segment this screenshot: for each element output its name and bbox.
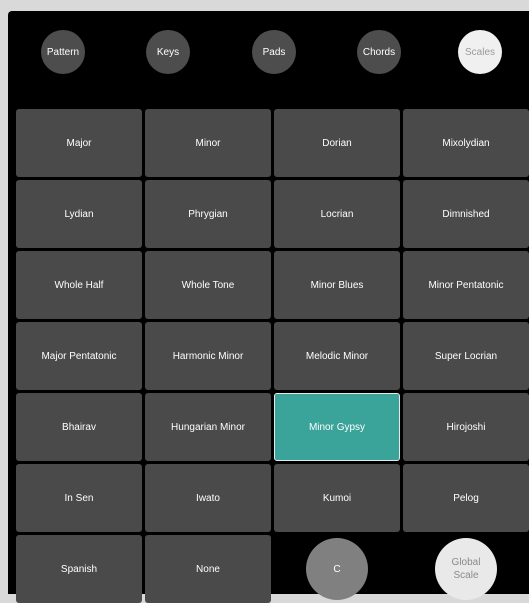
global-scale-button[interactable]: Global Scale <box>435 538 497 600</box>
scale-button-major[interactable]: Major <box>16 109 142 177</box>
tab-chords[interactable]: Chords <box>357 30 401 74</box>
global-scale-label-line1: Global <box>451 557 481 568</box>
scale-button-bhairav[interactable]: Bhairav <box>16 393 142 461</box>
scale-button-lydian[interactable]: Lydian <box>16 180 142 248</box>
scales-panel: Pattern Keys Pads Chords Scales Major Mi… <box>8 11 529 603</box>
scale-button-harmonic-minor[interactable]: Harmonic Minor <box>145 322 271 390</box>
mode-tab-bar: Pattern Keys Pads Chords Scales <box>8 11 529 96</box>
scale-button-spanish[interactable]: Spanish <box>16 535 142 603</box>
scale-button-dorian[interactable]: Dorian <box>274 109 400 177</box>
scale-button-whole-tone[interactable]: Whole Tone <box>145 251 271 319</box>
scale-button-in-sen[interactable]: In Sen <box>16 464 142 532</box>
scale-button-super-locrian[interactable]: Super Locrian <box>403 322 529 390</box>
scale-button-iwato[interactable]: Iwato <box>145 464 271 532</box>
scale-button-major-pentatonic[interactable]: Major Pentatonic <box>16 322 142 390</box>
scale-button-kumoi[interactable]: Kumoi <box>274 464 400 532</box>
scale-button-locrian[interactable]: Locrian <box>274 180 400 248</box>
global-scale-label-line2: Scale <box>453 570 479 581</box>
scale-button-pelog[interactable]: Pelog <box>403 464 529 532</box>
scale-button-diminished[interactable]: Dimnished <box>403 180 529 248</box>
scale-button-hungarian-minor[interactable]: Hungarian Minor <box>145 393 271 461</box>
root-key-button[interactable]: C <box>306 538 368 600</box>
scale-button-minor-gypsy[interactable]: Minor Gypsy <box>274 393 400 461</box>
scale-button-whole-half[interactable]: Whole Half <box>16 251 142 319</box>
tab-scales[interactable]: Scales <box>458 30 502 74</box>
scale-button-minor-blues[interactable]: Minor Blues <box>274 251 400 319</box>
scale-button-mixolydian[interactable]: Mixolydian <box>403 109 529 177</box>
scale-button-minor[interactable]: Minor <box>145 109 271 177</box>
global-scale-label: Global Scale <box>452 556 481 582</box>
scale-button-hirojoshi[interactable]: Hirojoshi <box>403 393 529 461</box>
scale-button-none[interactable]: None <box>145 535 271 603</box>
tab-pattern[interactable]: Pattern <box>41 30 85 74</box>
scale-button-minor-pentatonic[interactable]: Minor Pentatonic <box>403 251 529 319</box>
tab-keys[interactable]: Keys <box>146 30 190 74</box>
scale-button-melodic-minor[interactable]: Melodic Minor <box>274 322 400 390</box>
tab-pads[interactable]: Pads <box>252 30 296 74</box>
scale-button-phrygian[interactable]: Phrygian <box>145 180 271 248</box>
